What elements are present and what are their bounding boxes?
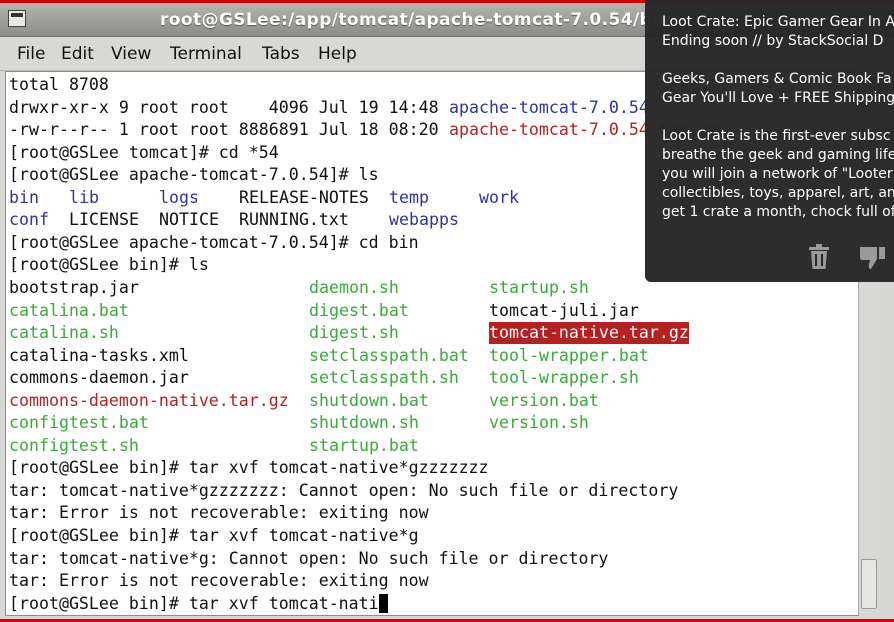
window-title: root@GSLee:/app/tomcat/apache-tomcat-7.0…	[160, 10, 671, 30]
terminal-text: temp	[389, 187, 429, 207]
terminal-text: LICENSE	[69, 210, 139, 230]
terminal-text: webapps	[389, 210, 459, 230]
terminal-text: [root@GSLee apache-tomcat-7.0.54]# cd bi…	[9, 232, 419, 252]
terminal-text: digest.bat	[309, 300, 409, 320]
terminal-text: commons-daemon-native.tar.gz	[9, 390, 289, 410]
terminal-text: conf	[9, 210, 49, 230]
notification-text: you will join a network of "Looter	[662, 166, 893, 182]
notification-popup[interactable]: Loot Crate: Epic Gamer Gear In A Ending …	[645, 0, 894, 282]
terminal-text: startup.sh	[489, 277, 589, 297]
terminal-text: commons-daemon.jar	[9, 368, 189, 388]
terminal-text: [root@GSLee bin]# ls	[9, 255, 209, 275]
terminal-text: daemon.sh	[309, 277, 399, 297]
terminal-text: tar: Error is not recoverable: exiting n…	[9, 503, 429, 523]
scroll-thumb[interactable]	[861, 559, 877, 609]
terminal-text: -rw-r--r-- 1 root root 8886891 Jul 18 08…	[9, 120, 449, 140]
terminal-text: work	[479, 187, 519, 207]
terminal-text: tar: Error is not recoverable: exiting n…	[9, 571, 429, 591]
menu-tabs[interactable]: Tabs	[262, 44, 300, 64]
terminal-text: drwxr-xr-x 9 root root 4096 Jul 19 14:48	[9, 97, 449, 117]
terminal-text: bootstrap.jar	[9, 277, 139, 297]
terminal-text: tomcat-native.tar.gz	[489, 322, 689, 345]
terminal-text: tool-wrapper.bat	[489, 345, 649, 365]
terminal-text: tar: tomcat-native*gzzzzzzz: Cannot open…	[9, 480, 679, 500]
window-menu-icon[interactable]	[8, 10, 26, 27]
terminal-text: digest.sh	[309, 323, 399, 343]
terminal-text: [root@GSLee bin]# tar xvf tomcat-native*…	[9, 458, 489, 478]
terminal-text: lib	[69, 187, 99, 207]
terminal-text: tomcat-juli.jar	[489, 300, 639, 320]
terminal-text: version.bat	[489, 390, 599, 410]
menu-terminal[interactable]: Terminal	[170, 44, 242, 64]
menu-view[interactable]: View	[111, 44, 151, 64]
terminal-text: configtest.sh	[9, 435, 139, 455]
trash-icon[interactable]	[808, 244, 830, 270]
terminal-text: total 8708	[9, 75, 109, 94]
menu-edit[interactable]: Edit	[61, 44, 94, 64]
thumbs-down-icon[interactable]	[859, 244, 885, 270]
terminal-text: setclasspath.bat	[309, 345, 469, 365]
terminal-text: RUNNING.txt	[239, 210, 349, 230]
terminal-text: bin	[9, 187, 39, 207]
terminal-text: [root@GSLee bin]# tar xvf tomcat-nati	[9, 593, 379, 613]
terminal-text: NOTICE	[159, 210, 219, 230]
notification-text: Gear You'll Love + FREE Shipping	[662, 90, 894, 106]
terminal-text: RELEASE-NOTES	[239, 187, 369, 207]
terminal-text: logs	[159, 187, 199, 207]
notification-text: Ending soon // by StackSocial D	[662, 33, 884, 49]
terminal-text: catalina.bat	[9, 300, 129, 320]
terminal-text: [root@GSLee tomcat]# cd *54	[9, 142, 279, 162]
notification-text: Loot Crate is the first-ever subsc	[662, 128, 891, 144]
terminal-text: startup.bat	[309, 435, 419, 455]
terminal-text: version.sh	[489, 413, 589, 433]
terminal-text: tar: tomcat-native*g: Cannot open: No su…	[9, 548, 609, 568]
terminal-text: [root@GSLee apache-tomcat-7.0.54]# ls	[9, 165, 379, 185]
text-cursor	[379, 593, 388, 613]
terminal-text: shutdown.bat	[309, 390, 429, 410]
notification-text: Geeks, Gamers & Comic Book Fa	[662, 71, 892, 87]
terminal-text: tool-wrapper.sh	[489, 368, 639, 388]
terminal-text: shutdown.sh	[309, 413, 419, 433]
terminal-text: setclasspath.sh	[309, 368, 459, 388]
terminal-text: [root@GSLee bin]# tar xvf tomcat-native*…	[9, 526, 419, 545]
menu-help[interactable]: Help	[318, 44, 357, 64]
notification-text: collectibles, toys, apparel, art, an	[662, 185, 894, 201]
terminal-text: apache-tomcat-7.0.54	[449, 97, 649, 117]
notification-text: breathe the geek and gaming life	[662, 147, 894, 163]
menu-file[interactable]: File	[17, 44, 45, 64]
notification-text: get 1 crate a month, chock full of	[662, 204, 894, 220]
terminal-text: configtest.bat	[9, 413, 149, 433]
terminal-text: catalina.sh	[9, 323, 119, 343]
terminal-text: catalina-tasks.xml	[9, 345, 189, 365]
notification-text: Loot Crate: Epic Gamer Gear In A	[662, 14, 894, 30]
